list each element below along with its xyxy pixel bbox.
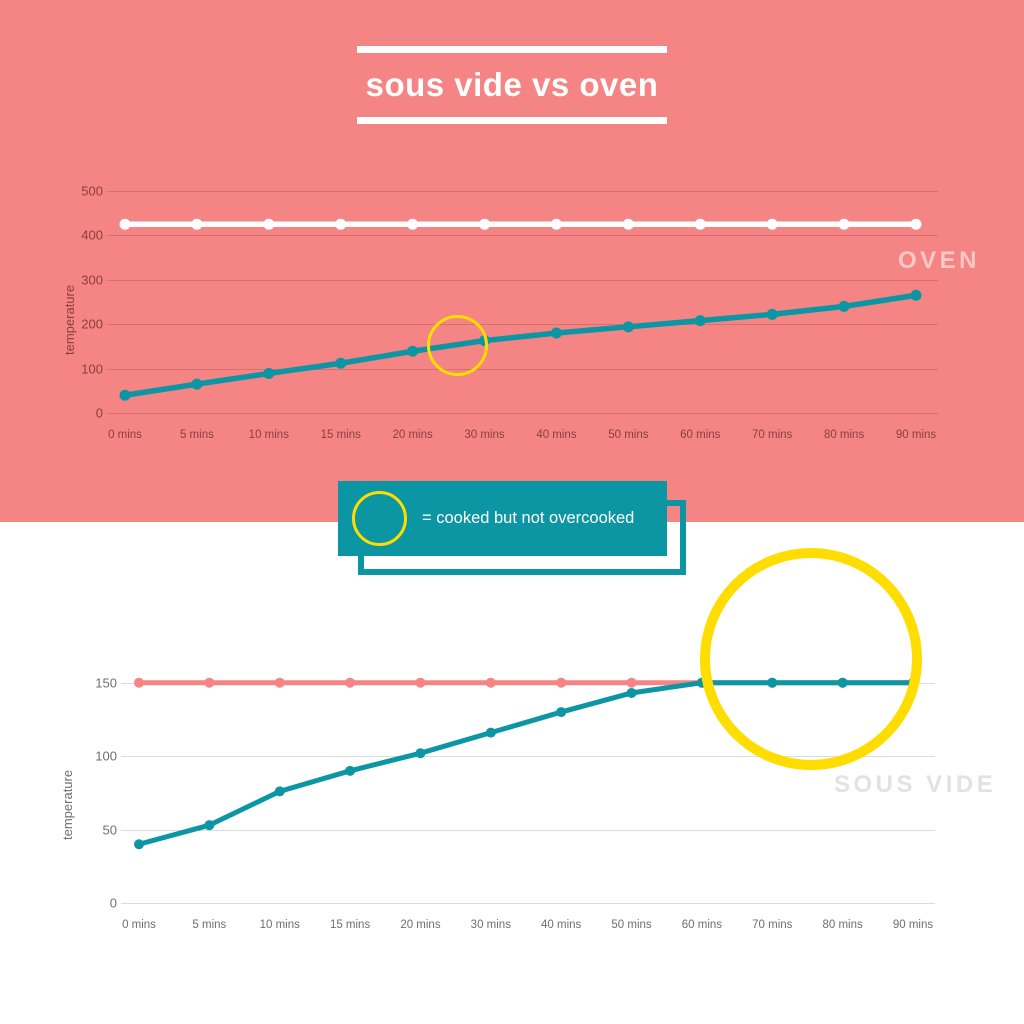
chart-sous-vide-watermark: SOUS VIDE — [834, 771, 997, 798]
legend: = cooked but not overcooked — [338, 481, 686, 575]
data-point — [345, 765, 356, 776]
data-point — [626, 677, 637, 688]
data-point — [415, 748, 426, 759]
data-point — [556, 707, 567, 718]
highlight-circle-sous-vide — [700, 548, 922, 770]
data-point — [134, 839, 144, 850]
data-point — [274, 677, 285, 688]
data-point — [485, 677, 496, 688]
data-point — [134, 677, 144, 688]
data-point — [485, 727, 496, 738]
legend-box: = cooked but not overcooked — [338, 481, 667, 556]
data-point — [204, 820, 215, 831]
chart-sous-vide-series-layer — [134, 677, 918, 850]
data-point — [204, 677, 215, 688]
data-point — [274, 786, 285, 797]
chart-sous-vide: temperature 0 50 100 150 0 mins 5 mins 10 min… — [0, 0, 1024, 960]
data-point — [415, 677, 426, 688]
infographic-canvas: sous vide vs oven temperature 0 100 200 300… — [0, 0, 1024, 1024]
data-point — [626, 687, 637, 698]
data-point — [345, 677, 356, 688]
yellow-circle-icon — [352, 491, 407, 546]
data-point — [556, 677, 567, 688]
legend-label: = cooked but not overcooked — [422, 509, 635, 527]
